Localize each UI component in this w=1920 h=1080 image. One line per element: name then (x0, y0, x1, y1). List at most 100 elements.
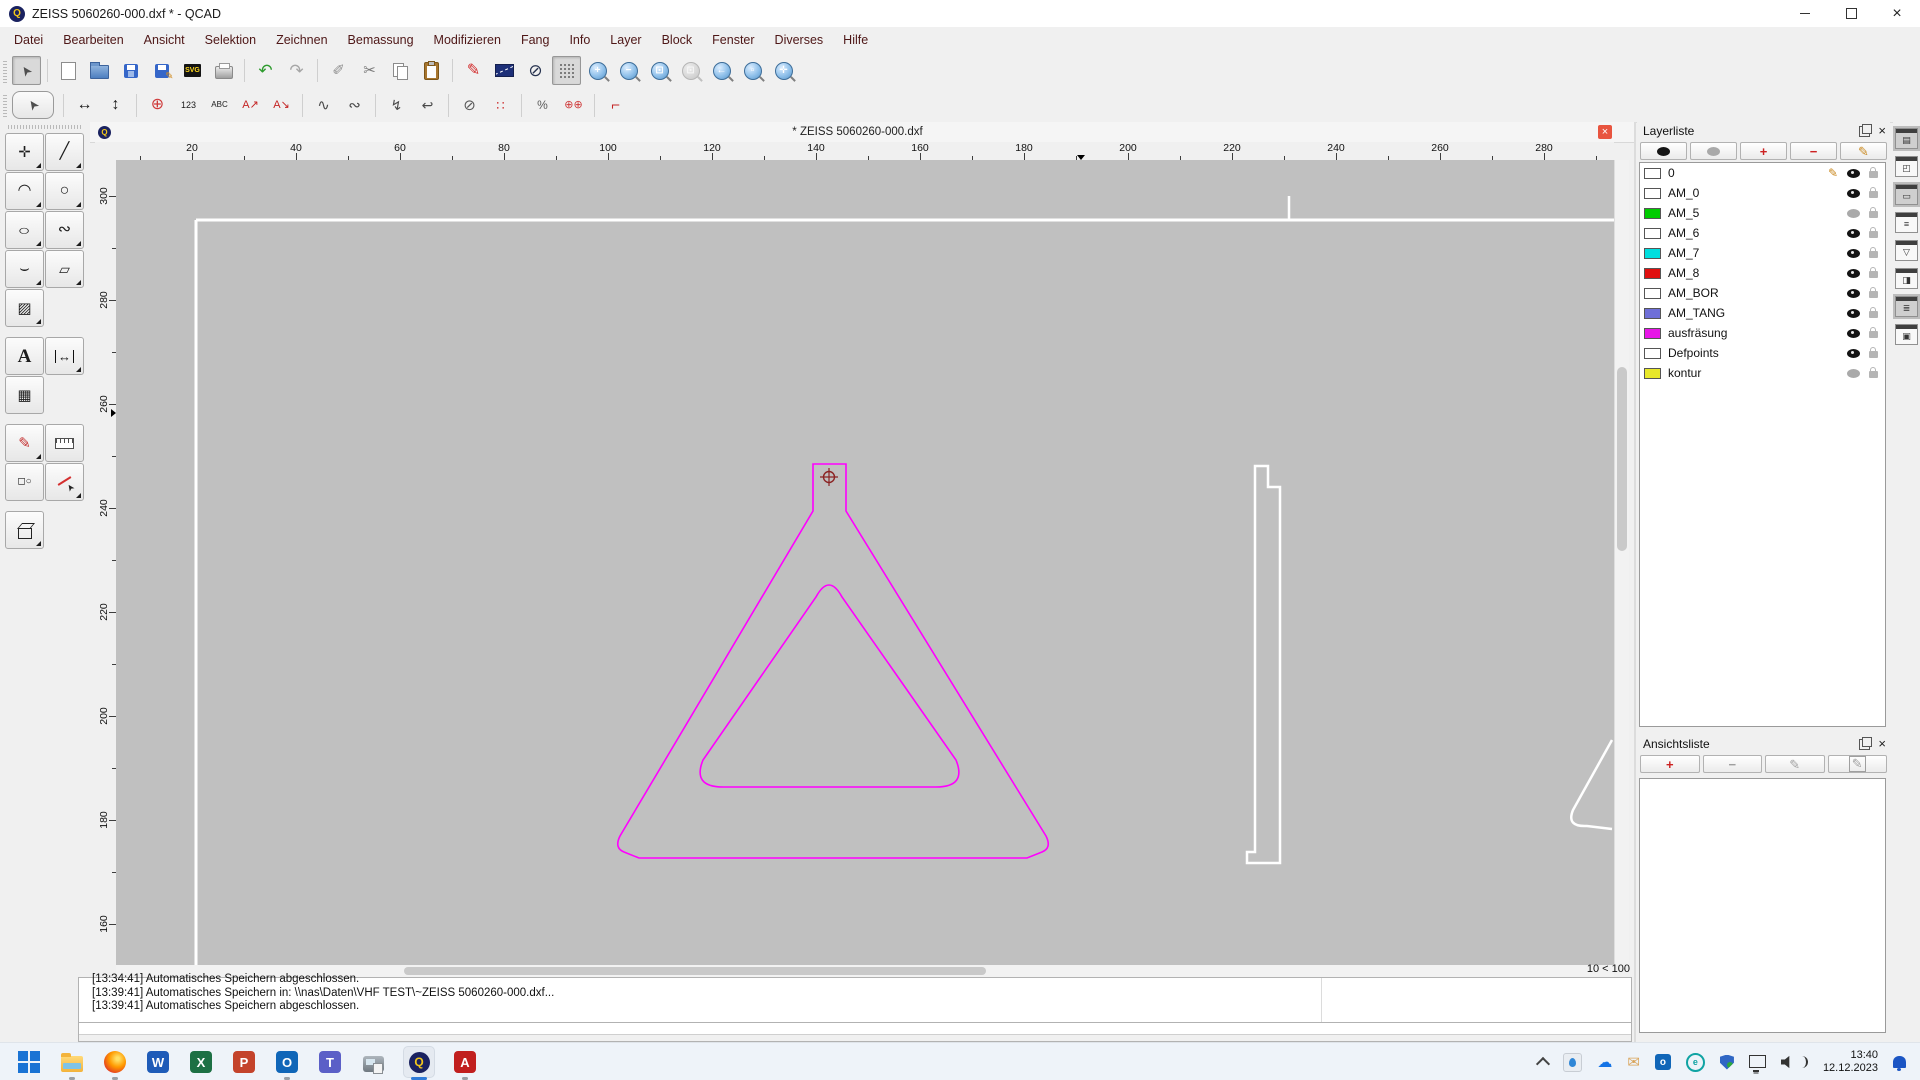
layer-row-AM_TANG[interactable]: AM_TANG (1640, 303, 1885, 323)
draw-ellipse[interactable]: ○ (5, 211, 44, 249)
vertical-scrollbar[interactable] (1614, 160, 1629, 965)
document-close-button[interactable] (1598, 125, 1612, 139)
maximize-button[interactable] (1828, 0, 1874, 27)
layer-row-Defpoints[interactable]: Defpoints (1640, 343, 1885, 363)
layer-lock-icon[interactable] (1869, 271, 1878, 278)
drawing-canvas[interactable] (116, 160, 1614, 965)
zoom-out[interactable]: − (614, 56, 643, 85)
open-document[interactable] (85, 56, 114, 85)
layer-lock-icon[interactable] (1869, 231, 1878, 238)
dock-command-line-toggle[interactable]: ≣ (1895, 296, 1918, 317)
menu-selektion[interactable]: Selektion (195, 33, 266, 47)
break-line[interactable]: ↯ (382, 91, 411, 120)
drawing-preferences[interactable]: ✎ (459, 56, 488, 85)
menu-layer[interactable]: Layer (600, 33, 651, 47)
pan[interactable]: ✛ (769, 56, 798, 85)
draw-arc[interactable]: ◠ (5, 172, 44, 210)
layer-row-AM_8[interactable]: AM_8 (1640, 263, 1885, 283)
taskbar-scan-app[interactable] (360, 1049, 386, 1075)
layer-row-AM_BOR[interactable]: AM_BOR (1640, 283, 1885, 303)
menu-info[interactable]: Info (559, 33, 600, 47)
draw-dimension[interactable]: ↔ (45, 337, 84, 375)
add-layer[interactable]: + (1740, 142, 1787, 160)
palette-handle[interactable] (8, 125, 82, 129)
pointer-tool[interactable] (12, 91, 54, 119)
menu-bearbeiten[interactable]: Bearbeiten (53, 33, 133, 47)
dock-selection-filter[interactable]: ▽ (1895, 240, 1918, 261)
info-angle[interactable]: ⊘ (521, 56, 550, 85)
copy[interactable] (386, 56, 415, 85)
layer-visibility-eye-icon[interactable] (1847, 209, 1860, 218)
layer-visibility-eye-icon[interactable] (1847, 169, 1860, 178)
float-panel-icon[interactable] (1859, 126, 1870, 137)
restrict-vertical[interactable]: ↕ (101, 91, 130, 120)
draw-line[interactable]: ╱ (45, 133, 84, 171)
dimension-label-a[interactable]: A↗ (236, 91, 265, 120)
layer-lock-icon[interactable] (1869, 251, 1878, 258)
draw-polyline[interactable]: ⌣ (5, 250, 44, 288)
layer-visibility-eye-icon[interactable] (1847, 369, 1860, 378)
save-document-as[interactable] (147, 56, 176, 85)
mail-icon[interactable]: ✉ (1627, 1055, 1640, 1070)
edit-layer[interactable]: ✎ (1840, 142, 1887, 160)
windows-security-icon[interactable] (1720, 1055, 1734, 1070)
taskbar-excel[interactable]: X (188, 1049, 214, 1075)
layer-visibility-eye-icon[interactable] (1847, 249, 1860, 258)
menu-bemassung[interactable]: Bemassung (338, 33, 424, 47)
point-cluster[interactable]: ∷ (486, 91, 515, 120)
layer-visibility-eye-icon[interactable] (1847, 309, 1860, 318)
draw-freehand-line[interactable]: ∿ (309, 91, 338, 120)
menu-fang[interactable]: Fang (511, 33, 560, 47)
remove-view[interactable]: − (1703, 755, 1763, 773)
dock-viewport[interactable]: ▭ (1895, 184, 1918, 205)
draw-hatch[interactable]: ▨ (5, 289, 44, 327)
onedrive-icon[interactable]: ☁ (1597, 1055, 1612, 1070)
layer-row-0[interactable]: 0✎ (1640, 163, 1885, 183)
taskbar-outlook[interactable]: O (274, 1049, 300, 1075)
layer-lock-icon[interactable] (1869, 211, 1878, 218)
rename-view[interactable]: ✎ (1828, 755, 1888, 773)
snap-select-tools[interactable] (45, 463, 84, 501)
menu-hilfe[interactable]: Hilfe (833, 33, 878, 47)
eset-antivirus-icon[interactable]: e (1686, 1053, 1705, 1072)
side-panel-outline[interactable] (1247, 466, 1280, 863)
vertical-scrollbar-thumb[interactable] (1617, 367, 1627, 551)
close-button[interactable] (1874, 0, 1920, 27)
dock-layer-list-toggle[interactable]: ≡ (1895, 212, 1918, 233)
slope-percent[interactable]: % (528, 91, 557, 120)
layer-row-AM_6[interactable]: AM_6 (1640, 223, 1885, 243)
diameter-points[interactable]: ⊘ (455, 91, 484, 120)
layer-lock-icon[interactable] (1869, 371, 1878, 378)
new-document[interactable] (54, 56, 83, 85)
float-panel-icon[interactable] (1859, 739, 1870, 750)
layer-lock-icon[interactable] (1869, 191, 1878, 198)
taskbar-qcad[interactable]: Q (403, 1046, 435, 1078)
draw-spline[interactable]: ∾ (45, 211, 84, 249)
taskbar-acrobat[interactable]: A (452, 1049, 478, 1075)
taskbar-file-explorer[interactable] (59, 1049, 85, 1075)
menu-diverses[interactable]: Diverses (765, 33, 834, 47)
taskbar-firefox[interactable] (102, 1049, 128, 1075)
draw-shape[interactable]: ▱ (45, 250, 84, 288)
menu-block[interactable]: Block (652, 33, 703, 47)
draw-text[interactable]: A (5, 337, 44, 375)
menu-zeichnen[interactable]: Zeichnen (266, 33, 337, 47)
layer-lock-icon[interactable] (1869, 291, 1878, 298)
layer-visibility-eye-icon[interactable] (1847, 269, 1860, 278)
insert-image[interactable]: ▦ (5, 376, 44, 414)
volume-icon[interactable] (1781, 1055, 1795, 1069)
menu-ansicht[interactable]: Ansicht (134, 33, 195, 47)
tray-widget-icon[interactable] (1563, 1053, 1582, 1072)
panel-splitter[interactable] (1634, 122, 1636, 1042)
zoom-to-selection[interactable]: ⊡ (676, 56, 705, 85)
layer-visibility-eye-icon[interactable] (1847, 229, 1860, 238)
taskbar-clock[interactable]: 13:40 12.12.2023 (1823, 1049, 1878, 1075)
outlook-tray-icon[interactable]: o (1655, 1054, 1671, 1070)
cut[interactable]: ✂ (355, 56, 384, 85)
remove-layer[interactable]: − (1790, 142, 1837, 160)
redo[interactable]: ↷ (282, 56, 311, 85)
layer-visibility-eye-icon[interactable] (1847, 189, 1860, 198)
layer-row-AM_7[interactable]: AM_7 (1640, 243, 1885, 263)
projection-3d[interactable] (5, 511, 44, 549)
minimize-button[interactable] (1782, 0, 1828, 27)
